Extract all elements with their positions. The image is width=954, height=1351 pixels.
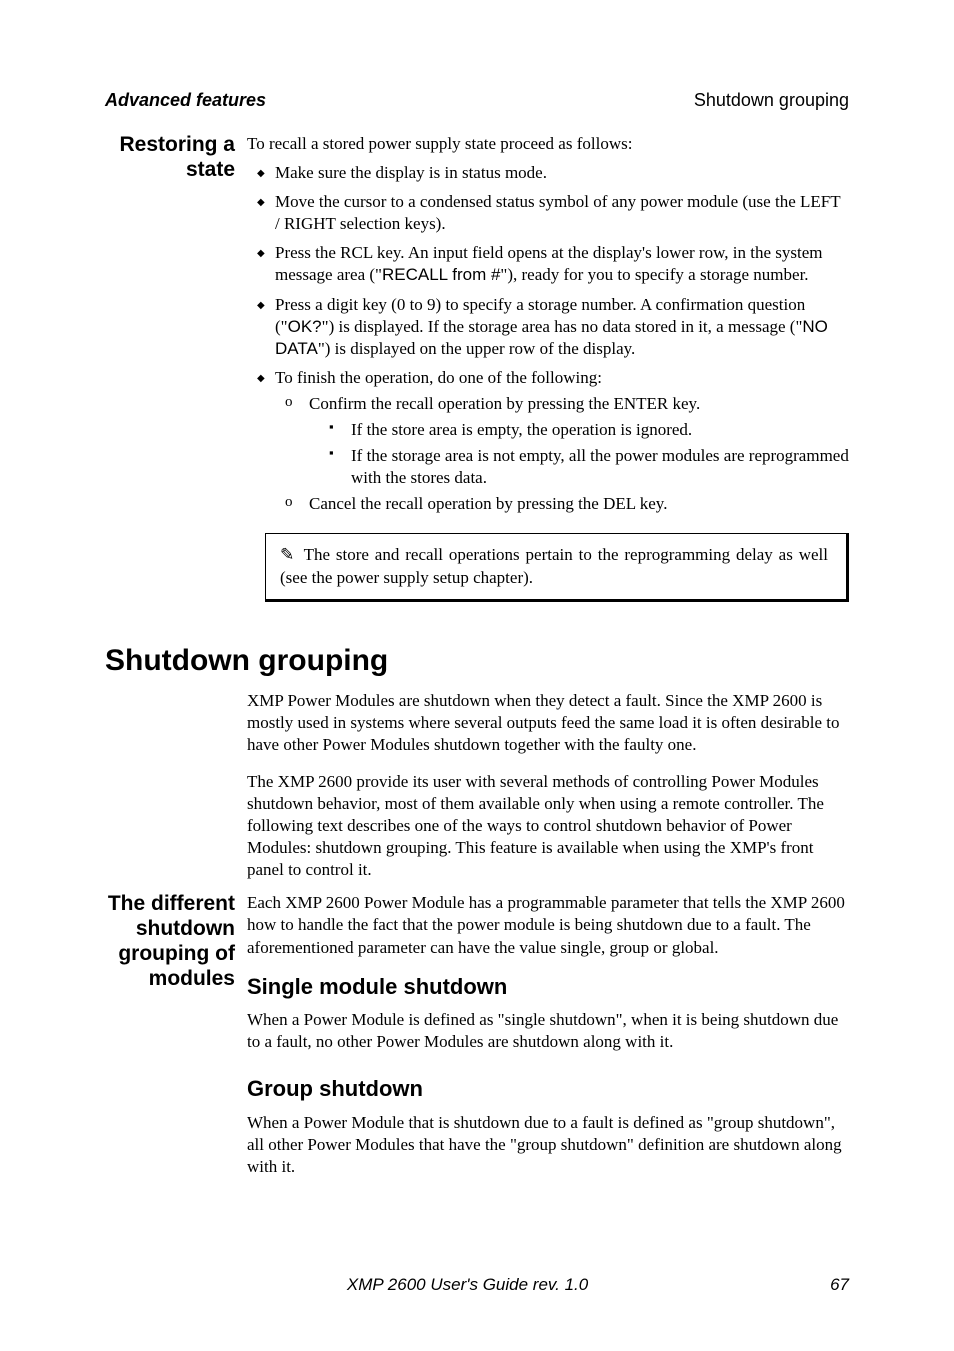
sub-sublist: If the store area is empty, the operatio… <box>309 419 849 489</box>
ui-string: OK? <box>288 317 322 336</box>
group-heading: Group shutdown <box>247 1075 849 1104</box>
single-heading: Single module shutdown <box>247 973 849 1002</box>
grouping-block: The different shutdown grouping of modul… <box>105 892 849 1185</box>
sublist: Confirm the recall operation by pressing… <box>275 393 849 515</box>
restoring-intro: To recall a stored power supply state pr… <box>247 133 849 155</box>
paragraph: Each XMP 2600 Power Module has a program… <box>247 892 849 958</box>
header-left: Advanced features <box>105 90 266 111</box>
note-box: ✎ The store and recall operations pertai… <box>265 533 849 601</box>
side-heading-restoring: Restoring a state <box>105 133 247 602</box>
shutdown-intro-block: XMP Power Modules are shutdown when they… <box>105 690 849 889</box>
page-header: Advanced features Shutdown grouping <box>105 90 849 111</box>
list-item: If the store area is empty, the operatio… <box>351 419 849 441</box>
hand-icon: ✎ <box>280 544 298 566</box>
paragraph: The XMP 2600 provide its user with sever… <box>247 771 849 881</box>
restoring-body: To recall a stored power supply state pr… <box>247 133 849 602</box>
text: Confirm the recall operation by pressing… <box>309 394 700 413</box>
side-heading-grouping: The different shutdown grouping of modul… <box>105 892 247 1185</box>
page-number: 67 <box>830 1275 849 1295</box>
list-item: Press the RCL key. An input field opens … <box>275 242 849 286</box>
text: "), ready for you to specify a storage n… <box>500 265 808 284</box>
text: To finish the operation, do one of the f… <box>275 368 602 387</box>
shutdown-heading: Shutdown grouping <box>105 644 849 678</box>
paragraph: When a Power Module that is shutdown due… <box>247 1112 849 1178</box>
footer-title: XMP 2600 User's Guide rev. 1.0 <box>347 1275 588 1295</box>
note-text: The store and recall operations pertain … <box>280 545 828 586</box>
restoring-list: Make sure the display is in status mode.… <box>247 162 849 515</box>
restoring-section: Restoring a state To recall a stored pow… <box>105 133 849 602</box>
paragraph: XMP Power Modules are shutdown when they… <box>247 690 849 756</box>
list-item: Cancel the recall operation by pressing … <box>309 493 849 515</box>
text: ") is displayed. If the storage area has… <box>322 317 803 336</box>
page-footer: XMP 2600 User's Guide rev. 1.0 67 <box>105 1275 849 1295</box>
list-item: Make sure the display is in status mode. <box>275 162 849 184</box>
list-item: Press a digit key (0 to 9) to specify a … <box>275 294 849 360</box>
text: ") is displayed on the upper row of the … <box>318 339 635 358</box>
list-item: If the storage area is not empty, all th… <box>351 445 849 489</box>
side-spacer <box>105 690 247 889</box>
paragraph: When a Power Module is defined as "singl… <box>247 1009 849 1053</box>
header-right: Shutdown grouping <box>694 90 849 111</box>
grouping-body: Each XMP 2600 Power Module has a program… <box>247 892 849 1185</box>
ui-string: RECALL from # <box>382 265 500 284</box>
list-item: To finish the operation, do one of the f… <box>275 367 849 516</box>
list-item: Move the cursor to a condensed status sy… <box>275 191 849 235</box>
shutdown-intro: XMP Power Modules are shutdown when they… <box>247 690 849 889</box>
list-item: Confirm the recall operation by pressing… <box>309 393 849 489</box>
